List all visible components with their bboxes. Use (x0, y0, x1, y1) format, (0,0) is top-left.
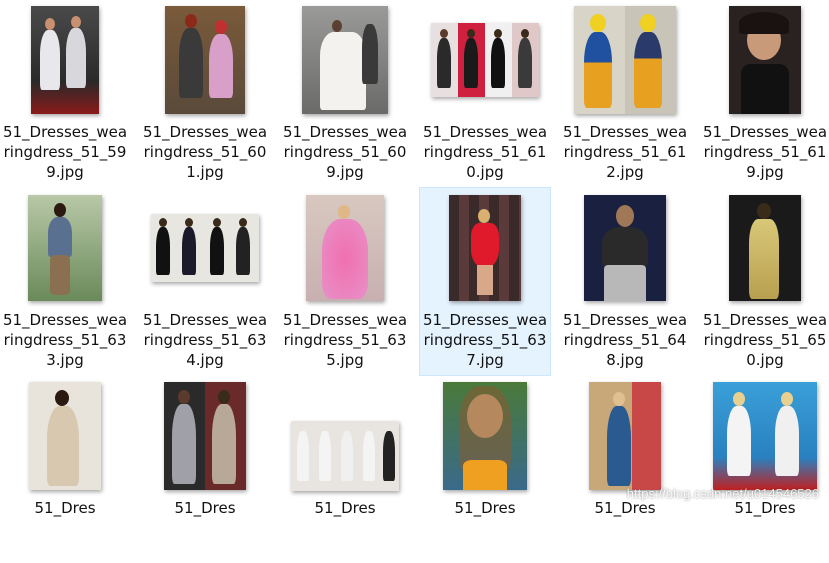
file-tile[interactable]: 51_Dres (560, 376, 690, 563)
file-name: 51_Dresses_wearingdress_51_637.jpg (422, 311, 548, 369)
file-tile[interactable]: 51_Dres (280, 376, 410, 563)
file-name: 51_Dresses_wearingdress_51_619.jpg (702, 123, 828, 181)
file-name: 51_Dres (174, 499, 236, 517)
watermark: https://blog.csdn.net/u014546526 (626, 486, 819, 501)
image-thumbnail (291, 421, 399, 491)
file-tile[interactable]: 51_Dres (0, 376, 130, 563)
file-name: 51_Dresses_wearingdress_51_634.jpg (142, 311, 268, 369)
image-thumbnail (584, 195, 666, 301)
file-name: 51_Dres (734, 499, 796, 517)
file-name: 51_Dresses_wearingdress_51_610.jpg (422, 123, 548, 181)
file-tile[interactable]: 51_Dresses_wearingdress_51_601.jpg (140, 0, 270, 187)
image-thumbnail (31, 6, 99, 114)
file-tile[interactable]: 51_Dres (700, 376, 829, 563)
image-thumbnail (589, 382, 661, 490)
image-thumbnail (729, 6, 801, 114)
image-thumbnail (431, 23, 539, 97)
image-thumbnail (165, 6, 245, 114)
file-name: 51_Dres (594, 499, 656, 517)
file-name: 51_Dresses_wearingdress_51_633.jpg (2, 311, 128, 369)
file-name: 51_Dresses_wearingdress_51_609.jpg (282, 123, 408, 181)
image-thumbnail (449, 195, 521, 301)
image-thumbnail (574, 6, 676, 114)
file-tile[interactable]: 51_Dresses_wearingdress_51_612.jpg (560, 0, 690, 187)
image-thumbnail (443, 382, 527, 490)
file-tile[interactable]: 51_Dresses_wearingdress_51_634.jpg (140, 188, 270, 375)
file-name: 51_Dresses_wearingdress_51_635.jpg (282, 311, 408, 369)
file-tile[interactable]: 51_Dresses_wearingdress_51_610.jpg (420, 0, 550, 187)
file-name: 51_Dres (454, 499, 516, 517)
file-name: 51_Dresses_wearingdress_51_648.jpg (562, 311, 688, 369)
image-thumbnail (29, 382, 101, 490)
image-thumbnail (164, 382, 246, 490)
file-tile[interactable]: 51_Dresses_wearingdress_51_599.jpg (0, 0, 130, 187)
file-tile[interactable]: 51_Dres (420, 376, 550, 563)
image-thumbnail (151, 214, 259, 282)
file-tile[interactable]: 51_Dresses_wearingdress_51_635.jpg (280, 188, 410, 375)
file-tile[interactable]: 51_Dresses_wearingdress_51_650.jpg (700, 188, 829, 375)
image-thumbnail (713, 382, 817, 490)
file-tile[interactable]: 51_Dres (140, 376, 270, 563)
file-tile[interactable]: 51_Dresses_wearingdress_51_648.jpg (560, 188, 690, 375)
file-name: 51_Dres (34, 499, 96, 517)
file-name: 51_Dres (314, 499, 376, 517)
image-thumbnail (729, 195, 801, 301)
file-name: 51_Dresses_wearingdress_51_612.jpg (562, 123, 688, 181)
file-name: 51_Dresses_wearingdress_51_650.jpg (702, 311, 828, 369)
image-thumbnail (28, 195, 102, 301)
image-thumbnail (306, 195, 384, 301)
file-tile[interactable]: 51_Dresses_wearingdress_51_609.jpg (280, 0, 410, 187)
file-tile[interactable]: 51_Dresses_wearingdress_51_633.jpg (0, 188, 130, 375)
file-tile[interactable]: 51_Dresses_wearingdress_51_637.jpg (419, 187, 551, 376)
file-tile[interactable]: 51_Dresses_wearingdress_51_619.jpg (700, 0, 829, 187)
file-name: 51_Dresses_wearingdress_51_599.jpg (2, 123, 128, 181)
image-thumbnail (302, 6, 388, 114)
file-name: 51_Dresses_wearingdress_51_601.jpg (142, 123, 268, 181)
